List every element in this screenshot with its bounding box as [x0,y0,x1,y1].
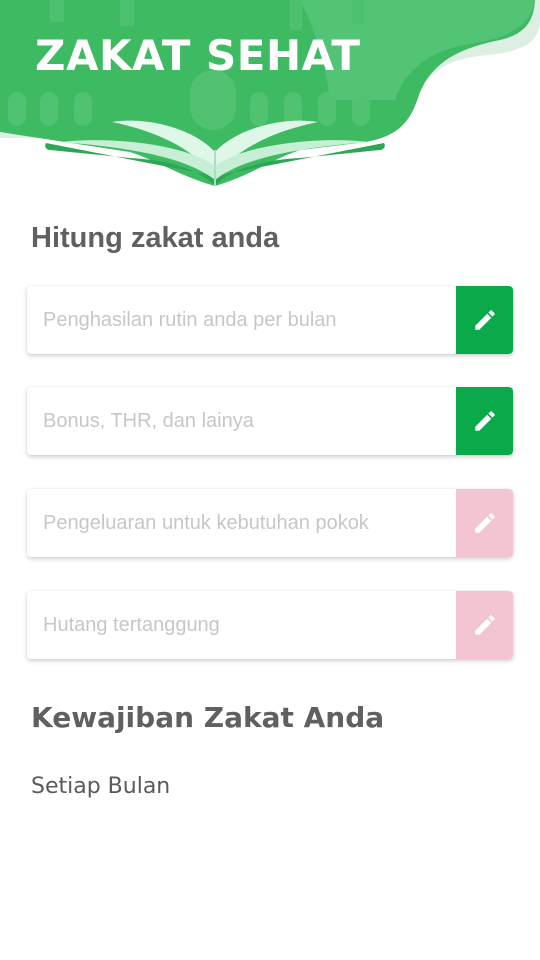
zakat-calculator-screen: ZAKAT SEHAT Hitung zakat anda Penghasila… [0,0,540,960]
edit-debt-button[interactable] [456,591,513,659]
pencil-icon [474,310,495,330]
pencil-icon [474,615,495,635]
debt-field-card [27,591,513,659]
calculator-heading: Hitung zakat anda [31,222,280,254]
monthly-income-field-card [27,286,513,354]
pencil-icon [474,411,495,431]
app-title: ZAKAT SEHAT [35,31,361,80]
basic-expenses-field-card [27,489,513,557]
bonus-input[interactable] [27,387,447,455]
pencil-icon [474,513,495,533]
edit-basic-expenses-button[interactable] [456,489,513,557]
header-banner: ZAKAT SEHAT [0,0,540,200]
basic-expenses-input[interactable] [27,489,447,557]
edit-monthly-income-button[interactable] [456,286,513,354]
monthly-income-input[interactable] [27,286,447,354]
debt-input[interactable] [27,591,447,659]
edit-bonus-button[interactable] [456,387,513,455]
obligation-heading: Kewajiban Zakat Anda [31,701,385,734]
bonus-field-card [27,387,513,455]
period-label: Setiap Bulan [31,774,171,799]
